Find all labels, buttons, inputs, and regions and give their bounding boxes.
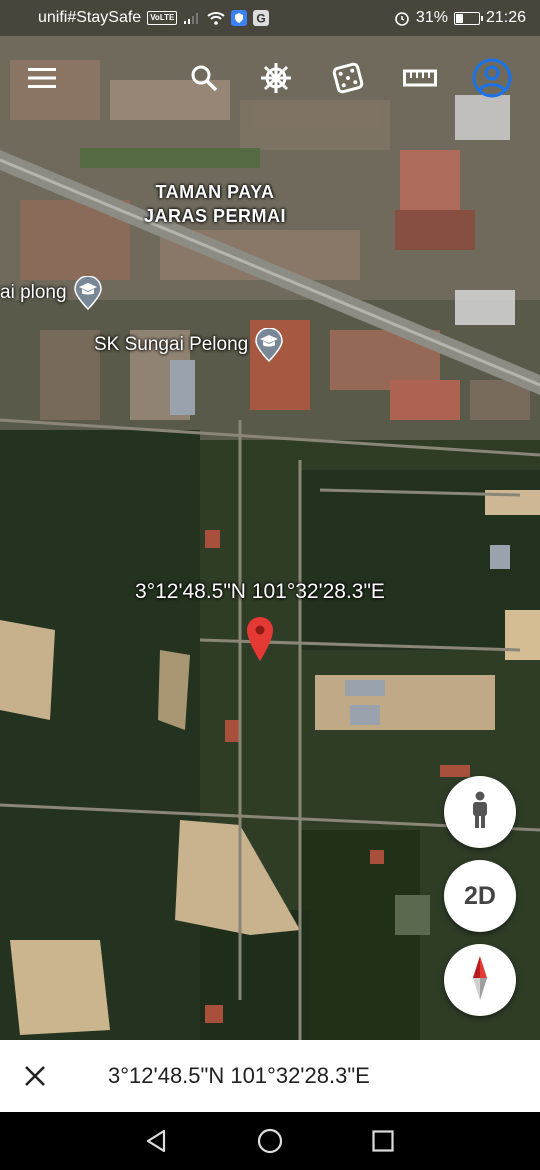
battery-fill xyxy=(455,13,464,23)
top-toolbar xyxy=(0,56,540,102)
compass-button[interactable] xyxy=(444,944,516,1016)
school-icon xyxy=(73,275,103,311)
google-app-icon: G xyxy=(253,10,270,26)
close-icon[interactable] xyxy=(0,1040,70,1112)
location-info-bar: 3°12'48.5"N 101°32'28.3"E xyxy=(0,1040,540,1112)
pin-coordinates-label: 3°12'48.5"N 101°32'28.3"E xyxy=(135,580,385,603)
search-icon[interactable] xyxy=(182,56,226,100)
place-label-taman-paya-jaras-permai: TAMAN PAYA JARAS PERMAI xyxy=(130,180,300,228)
account-icon[interactable] xyxy=(470,56,514,100)
location-pin-icon[interactable] xyxy=(246,616,274,662)
place-label-line1: TAMAN PAYA xyxy=(155,182,275,202)
back-icon[interactable] xyxy=(135,1119,179,1163)
status-bar: unifi#StaySafe VoLTE G 31% 21:26 xyxy=(0,0,540,36)
signal-icon xyxy=(183,11,201,25)
carrier-name: unifi#StaySafe xyxy=(38,9,142,26)
pegman-icon xyxy=(469,791,491,834)
menu-icon[interactable] xyxy=(20,56,64,100)
battery-percent: 31% xyxy=(415,9,448,26)
volte-badge: VoLTE xyxy=(147,11,178,25)
dice-icon[interactable] xyxy=(326,56,370,100)
alarm-icon xyxy=(394,10,410,26)
poi-school-partial-label: ai plong xyxy=(0,282,67,303)
home-icon[interactable] xyxy=(248,1119,292,1163)
battery-icon xyxy=(453,11,483,25)
info-bar-coordinates: 3°12'48.5"N 101°32'28.3"E xyxy=(108,1063,370,1088)
clock-time: 21:26 xyxy=(485,9,526,26)
view-mode-2d-button[interactable]: 2D xyxy=(444,860,516,932)
recents-icon[interactable] xyxy=(361,1119,405,1163)
voyager-wheel-icon[interactable] xyxy=(254,56,298,100)
place-label-line2: JARAS PERMAI xyxy=(143,206,287,226)
pegman-button[interactable] xyxy=(444,776,516,848)
ruler-icon[interactable] xyxy=(398,56,442,100)
wifi-icon xyxy=(207,11,226,25)
poi-school-partial[interactable]: ai plong xyxy=(0,275,103,311)
compass-icon xyxy=(470,954,490,1007)
shield-app-icon xyxy=(231,10,248,26)
poi-sk-sungai-pelong-label: SK Sungai Pelong xyxy=(94,334,249,355)
poi-sk-sungai-pelong[interactable]: SK Sungai Pelong xyxy=(94,327,284,363)
school-icon xyxy=(254,327,284,363)
svg-text:G: G xyxy=(257,12,266,26)
system-nav-bar xyxy=(0,1112,540,1170)
view-mode-label: 2D xyxy=(464,881,496,910)
